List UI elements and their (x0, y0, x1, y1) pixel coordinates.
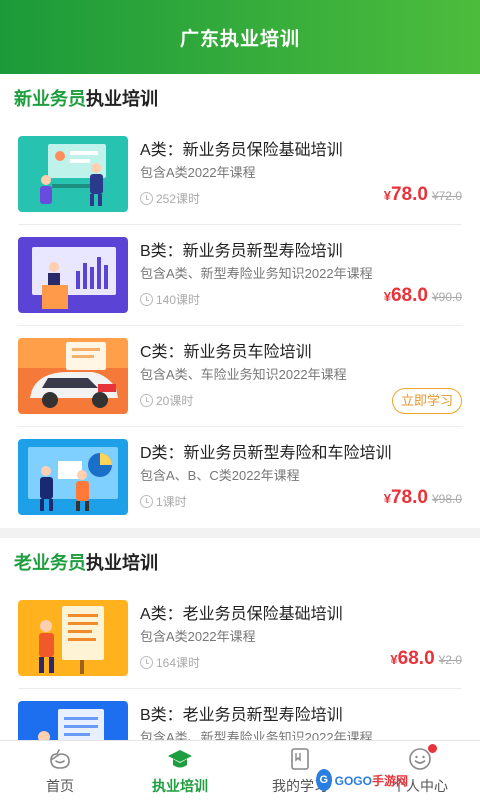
course-thumbnail (18, 136, 128, 212)
course-card[interactable]: A类：新业务员保险基础培训 包含A类2022年课程 252课时 ¥78.0 ¥7… (18, 124, 462, 225)
course-thumbnail (18, 701, 128, 740)
course-hours: 1课时 (140, 493, 187, 510)
clock-icon (140, 495, 153, 508)
course-description: 包含A类、新型寿险业务知识2022年课程 (140, 266, 373, 281)
page-title: 广东执业培训 (179, 28, 300, 50)
section-title-rest: 执业培训 (86, 89, 158, 109)
current-price-value: 78.0 (390, 184, 428, 205)
clock-icon (140, 293, 153, 306)
currency-symbol: ¥ (383, 491, 391, 506)
course-card[interactable]: D类：新业务员新型寿险和车险培训 包含A、B、C类2022年课程 1课时 ¥78… (18, 427, 462, 528)
course-thumbnail (18, 439, 128, 515)
currency-symbol: ¥ (390, 652, 398, 667)
course-title: D类：新业务员新型寿险和车险培训 (140, 445, 392, 462)
section-title: 新业务员执业培训 (14, 74, 462, 124)
course-hours-text: 140课时 (156, 293, 201, 307)
tab-home[interactable]: 首页 (0, 741, 120, 800)
course-hours: 252课时 (140, 190, 200, 207)
bottom-tab-bar: 首页 执业培训 我的学习 个人中心 (0, 740, 480, 800)
section-title-highlight: 新业务员 (14, 89, 86, 109)
course-price: ¥68.0 ¥2.0 (390, 648, 462, 670)
original-price: ¥72.0 (431, 189, 462, 203)
watermark-text: GOGO手游网 (335, 772, 408, 789)
app-header: 广东执业培训 (0, 0, 480, 74)
course-hours: 140课时 (140, 291, 200, 308)
clock-icon (140, 656, 153, 669)
course-description: 包含A类2022年课程 (140, 629, 256, 644)
course-description: 包含A类2022年课程 (140, 165, 256, 180)
course-hours-text: 1课时 (156, 495, 187, 509)
current-price: ¥68.0 (390, 648, 434, 670)
course-card[interactable]: B类：老业务员新型寿险培训 包含A类、新型寿险业务知识2022年课程 (18, 689, 462, 740)
course-description: 包含A类、新型寿险业务知识2022年课程 (140, 730, 373, 740)
course-thumbnail (18, 237, 128, 313)
course-hours: 20课时 (140, 392, 193, 409)
course-title: B类：老业务员新型寿险培训 (140, 707, 343, 724)
start-learning-button[interactable]: 立即学习 (391, 388, 462, 414)
section-new-agents: 新业务员执业培训 A类：新业务员保险基础培训 包含A类2022年课程 252课时… (0, 74, 480, 528)
course-title: A类：老业务员保险基础培训 (140, 606, 343, 623)
course-thumbnail (18, 600, 128, 676)
current-price: ¥78.0 (384, 184, 428, 206)
course-card[interactable]: B类：新业务员新型寿险培训 包含A类、新型寿险业务知识2022年课程 140课时… (18, 225, 462, 326)
current-price-value: 78.0 (390, 487, 428, 508)
course-title: B类：新业务员新型寿险培训 (140, 243, 343, 260)
watermark-logo-icon: G (316, 769, 332, 791)
course-card[interactable]: C类：新业务员车险培训 包含A类、车险业务知识2022年课程 20课时 立即学习 (18, 326, 462, 427)
course-hours: 164课时 (140, 654, 200, 671)
clock-icon (140, 394, 153, 407)
course-title: A类：新业务员保险基础培训 (140, 142, 343, 159)
tab-label: 首页 (46, 778, 74, 794)
current-price: ¥68.0 (384, 285, 428, 307)
current-price-value: 68.0 (397, 648, 435, 669)
course-hours-text: 164课时 (156, 656, 201, 670)
home-icon (50, 749, 70, 769)
course-title: C类：新业务员车险培训 (140, 344, 312, 361)
site-watermark: G GOGO手游网 (316, 764, 408, 796)
course-hours-text: 252课时 (156, 192, 201, 206)
original-price: ¥2.0 (438, 653, 462, 667)
graduation-cap-icon (168, 750, 192, 768)
current-price: ¥78.0 (384, 487, 428, 509)
original-price: ¥98.0 (431, 492, 462, 506)
clock-icon (140, 192, 153, 205)
course-list-scroll[interactable]: 新业务员执业培训 A类：新业务员保险基础培训 包含A类2022年课程 252课时… (0, 74, 480, 740)
currency-symbol: ¥ (383, 289, 391, 304)
tab-label: 执业培训 (152, 778, 208, 794)
current-price-value: 68.0 (390, 285, 428, 306)
notification-badge (428, 744, 437, 753)
course-price: ¥78.0 ¥98.0 (384, 487, 462, 509)
original-price: ¥90.0 (431, 290, 462, 304)
course-description: 包含A类、车险业务知识2022年课程 (140, 367, 347, 382)
section-title-rest: 执业培训 (86, 553, 158, 573)
section-title: 老业务员执业培训 (14, 538, 462, 588)
course-hours-text: 20课时 (156, 394, 194, 408)
currency-symbol: ¥ (383, 188, 391, 203)
tab-training[interactable]: 执业培训 (120, 741, 240, 800)
bookmark-icon (291, 748, 309, 770)
watermark-text-a: GOGO (334, 773, 372, 788)
course-price: ¥68.0 ¥90.0 (384, 285, 462, 307)
course-thumbnail (18, 338, 128, 414)
section-title-highlight: 老业务员 (14, 553, 86, 573)
course-description: 包含A、B、C类2022年课程 (140, 468, 300, 483)
course-card[interactable]: A类：老业务员保险基础培训 包含A类2022年课程 164课时 ¥68.0 ¥2… (18, 588, 462, 689)
watermark-text-b: 手游网 (371, 773, 408, 788)
section-experienced-agents: 老业务员执业培训 A类：老业务员保险基础培训 包含A类2022年课程 164课时… (0, 538, 480, 740)
course-price: ¥78.0 ¥72.0 (384, 184, 462, 206)
